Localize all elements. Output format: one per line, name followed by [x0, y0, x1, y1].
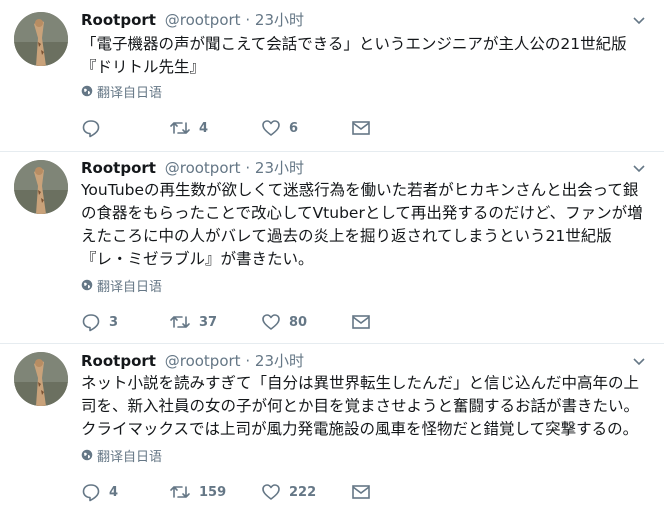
- author-handle[interactable]: @rootport: [165, 352, 241, 370]
- author-name[interactable]: Rootport: [81, 159, 156, 177]
- chevron-down-icon[interactable]: [632, 14, 646, 28]
- timestamp[interactable]: 23小时: [255, 11, 304, 29]
- tweet-text: 「電子機器の声が聞こえて会話できる」というエンジニアが主人公の21世紀版 『ドリ…: [81, 35, 627, 76]
- timestamp[interactable]: 23小时: [255, 159, 304, 177]
- reply-button[interactable]: 3: [81, 311, 118, 333]
- like-button[interactable]: 6: [261, 117, 298, 139]
- reply-icon: [82, 120, 100, 138]
- reply-button[interactable]: [81, 117, 109, 139]
- reply-icon: [82, 314, 100, 332]
- heart-icon: [262, 314, 280, 330]
- like-button[interactable]: 222: [261, 481, 316, 503]
- message-button[interactable]: [351, 117, 371, 139]
- envelope-icon: [352, 485, 370, 499]
- retweet-button[interactable]: 159: [169, 481, 226, 503]
- author-handle[interactable]: @rootport: [165, 159, 241, 177]
- reply-count: 4: [109, 484, 119, 500]
- globe-icon: [81, 449, 93, 461]
- tweet[interactable]: Rootport @rootport · 23小时 ネット小説を読みすぎて「自分…: [0, 344, 664, 513]
- tweet[interactable]: Rootport @rootport · 23小时 YouTubeの再生数が欲し…: [0, 152, 664, 344]
- retweet-icon: [170, 316, 190, 328]
- reply-icon: [82, 484, 100, 502]
- separator: ·: [245, 159, 251, 177]
- timeline: Rootport @rootport · 23小时 「電子機器の声が聞こえて会話…: [0, 0, 664, 513]
- author-name[interactable]: Rootport: [81, 11, 156, 29]
- retweet-button[interactable]: 37: [169, 311, 217, 333]
- tweet-actions: 4 159 222: [81, 481, 381, 503]
- avatar[interactable]: [14, 160, 68, 214]
- globe-icon: [81, 279, 93, 291]
- tweet[interactable]: Rootport @rootport · 23小时 「電子機器の声が聞こえて会話…: [0, 0, 664, 152]
- heart-icon: [262, 484, 280, 500]
- tweet-text: YouTubeの再生数が欲しくて迷惑行為を働いた若者がヒカキンさんと出会って銀 …: [81, 181, 643, 268]
- author-handle[interactable]: @rootport: [165, 11, 241, 29]
- message-button[interactable]: [351, 481, 371, 503]
- translate-label: 翻译自日语: [97, 85, 163, 101]
- chevron-down-icon[interactable]: [632, 355, 646, 369]
- tweet-header: Rootport @rootport · 23小时: [81, 10, 304, 30]
- like-count: 80: [289, 314, 308, 330]
- translate-label: 翻译自日语: [97, 279, 163, 295]
- translate-label: 翻译自日语: [97, 449, 163, 465]
- tweet-header: Rootport @rootport · 23小时: [81, 158, 304, 178]
- chevron-down-icon[interactable]: [632, 162, 646, 176]
- globe-icon: [81, 85, 93, 97]
- retweet-icon: [170, 486, 190, 498]
- message-button[interactable]: [351, 311, 371, 333]
- translate-link[interactable]: 翻译自日语: [81, 447, 163, 465]
- tweet-actions: 4 6: [81, 117, 381, 139]
- like-count: 6: [289, 120, 299, 136]
- reply-button[interactable]: 4: [81, 481, 118, 503]
- avatar[interactable]: [14, 352, 68, 406]
- retweet-button[interactable]: 4: [169, 117, 208, 139]
- like-count: 222: [289, 484, 317, 500]
- envelope-icon: [352, 315, 370, 329]
- timestamp[interactable]: 23小时: [255, 352, 304, 370]
- retweet-icon: [170, 122, 190, 134]
- avatar[interactable]: [14, 12, 68, 66]
- retweet-count: 37: [199, 314, 218, 330]
- author-name[interactable]: Rootport: [81, 352, 156, 370]
- separator: ·: [245, 352, 251, 370]
- like-button[interactable]: 80: [261, 311, 307, 333]
- tweet-text: ネット小説を読みすぎて「自分は異世界転生したんだ」と信じ込んだ中高年の上 司を、…: [81, 374, 640, 438]
- reply-count: 3: [109, 314, 119, 330]
- envelope-icon: [352, 121, 370, 135]
- retweet-count: 159: [199, 484, 227, 500]
- translate-link[interactable]: 翻译自日语: [81, 277, 163, 295]
- tweet-actions: 3 37 80: [81, 311, 381, 333]
- retweet-count: 4: [199, 120, 209, 136]
- tweet-header: Rootport @rootport · 23小时: [81, 351, 304, 371]
- heart-icon: [262, 120, 280, 136]
- translate-link[interactable]: 翻译自日语: [81, 83, 163, 101]
- separator: ·: [245, 11, 251, 29]
